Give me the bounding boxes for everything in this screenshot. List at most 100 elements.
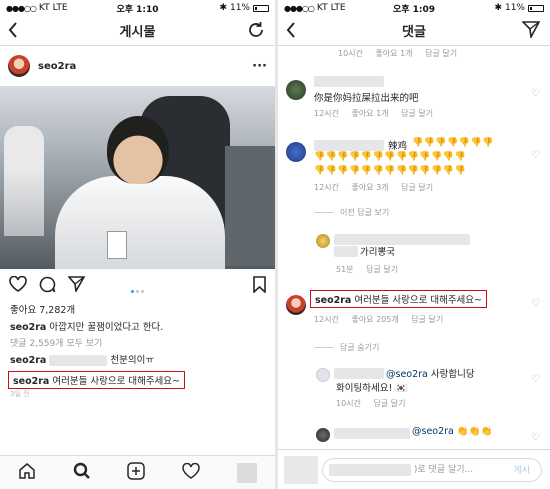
reply-link[interactable]: 답글 달기 xyxy=(373,399,405,408)
like-comment-icon[interactable]: ♡ xyxy=(531,88,540,99)
like-comment-icon[interactable]: ♡ xyxy=(531,374,540,385)
thread-line xyxy=(314,347,334,348)
thread-line xyxy=(314,212,334,213)
comment-meta: 12시간 좋아요 1개 답글 달기 xyxy=(314,108,443,119)
reply-link[interactable]: 답글 달기 xyxy=(366,265,398,274)
blurred-text xyxy=(49,355,108,366)
comment-likes[interactable]: 좋아요 3개 xyxy=(351,183,388,192)
user-avatar-thumb xyxy=(284,456,318,484)
hide-replies[interactable]: 답글 숨기기 xyxy=(340,342,379,353)
blurred-username xyxy=(334,234,470,245)
back-icon[interactable] xyxy=(286,22,296,43)
comment-likes[interactable]: 좋아요 1개 xyxy=(351,109,388,118)
highlighted-comment-wrap: seo2ra 여러분들 사랑으로 대해주세요~ xyxy=(0,369,275,389)
carousel-dot xyxy=(141,290,144,293)
comment-input[interactable]: )로 댓글 달기... xyxy=(322,458,542,482)
view-all-comments[interactable]: 댓글 2,559개 모두 보기 xyxy=(0,336,275,352)
thumbs-down-emoji-row: 👎👎👎👎👎👎👎 xyxy=(412,138,494,148)
home-icon[interactable] xyxy=(18,462,36,484)
highlighted-comment: seo2ra 여러분들 사랑으로 대해주세요~ xyxy=(8,371,185,389)
comment-body: 화이팅하세요! xyxy=(336,383,393,394)
comment-time: 10시간 xyxy=(336,399,361,408)
mention-link[interactable]: @seo2ra xyxy=(386,369,428,380)
like-comment-icon[interactable]: ♡ xyxy=(531,298,540,309)
post-username[interactable]: seo2ra xyxy=(38,61,76,72)
post-caption: seo2ra 아깝지만 꿀잼이었다고 한다. xyxy=(0,319,275,336)
reply-link[interactable]: 답글 달기 xyxy=(411,315,443,324)
avatar[interactable] xyxy=(286,295,306,315)
avatar[interactable] xyxy=(316,428,330,442)
comment-time: 12시간 xyxy=(314,183,339,192)
share-icon[interactable] xyxy=(67,276,86,296)
status-time: 오후 1:09 xyxy=(392,4,436,15)
reply-link[interactable]: 답글 달기 xyxy=(401,109,433,118)
comment-username[interactable]: seo2ra xyxy=(13,376,49,387)
comment-meta: 10시간 좋아요 1개 답글 달기 xyxy=(338,48,467,59)
comment-text-line2: 화이팅하세요! 🇰🇷 xyxy=(336,380,407,394)
comment-meta: 51분 답글 달기 xyxy=(336,264,408,275)
comment-likes[interactable]: 좋아요 1개 xyxy=(375,49,412,58)
activity-heart-icon[interactable] xyxy=(182,462,200,483)
blurred-username xyxy=(329,463,411,476)
like-comment-icon[interactable]: ♡ xyxy=(531,432,540,443)
post-photo[interactable] xyxy=(0,86,275,269)
photo-subject xyxy=(55,116,225,269)
blurred-username xyxy=(334,368,384,379)
add-post-icon[interactable] xyxy=(127,461,146,484)
comment-time: 10시간 xyxy=(338,49,363,58)
avatar[interactable] xyxy=(316,234,330,248)
status-time: 오후 1:10 xyxy=(116,4,159,15)
comment-text: @seo2ra 👏👏👏 xyxy=(412,426,492,437)
avatar[interactable] xyxy=(286,142,306,162)
comment-input-bar: )로 댓글 달기... 게시 xyxy=(278,449,550,489)
bookmark-icon[interactable] xyxy=(253,275,266,297)
avatar[interactable] xyxy=(286,80,306,100)
carousel-dot xyxy=(131,290,134,293)
comment-time: 12시간 xyxy=(314,315,339,324)
search-icon[interactable] xyxy=(73,462,91,484)
photo-jacket xyxy=(55,176,225,269)
photo-bg-person xyxy=(4,126,44,236)
more-options-icon[interactable]: ··· xyxy=(252,59,267,74)
comment-icon[interactable] xyxy=(39,276,56,297)
photo-patch xyxy=(107,231,127,259)
battery-icon xyxy=(253,4,269,12)
comment-meta: 12시간 좋아요 3개 답글 달기 xyxy=(314,182,443,193)
mention-link[interactable]: @seo2ra xyxy=(412,426,454,437)
like-count[interactable]: 좋아요 7,282개 xyxy=(0,303,275,319)
comment-text: 여러분들 사랑으로 대해주세요~ xyxy=(354,295,482,306)
heart-icon[interactable] xyxy=(9,275,27,296)
photo-bg-right xyxy=(225,146,275,266)
blurred-text xyxy=(334,246,358,257)
view-previous-replies[interactable]: 이전 답글 보기 xyxy=(340,207,389,218)
comment-likes[interactable]: 좋아요 205개 xyxy=(351,315,398,324)
post-comment-button[interactable]: 게시 xyxy=(513,463,530,476)
status-bar: ●●●○○ KT LTE 오후 1:09 ✱ 11% xyxy=(278,0,550,16)
avatar[interactable] xyxy=(316,368,330,382)
comment-body: 사랑합니당 xyxy=(430,369,475,380)
profile-tab-icon[interactable] xyxy=(236,462,257,483)
comment-text: 가리뽕국 xyxy=(360,247,395,258)
comment-time: 51분 xyxy=(336,265,354,274)
post-date: 3일 전 xyxy=(10,390,30,398)
post-screen: ●●●○○ KT LTE 오후 1:10 ✱ 11% 게시물 seo2ra ··… xyxy=(0,0,275,489)
comment-username[interactable]: seo2ra xyxy=(315,295,351,306)
status-bar: ●●●○○ KT LTE 오후 1:10 ✱ 11% xyxy=(0,0,275,16)
carousel-indicator xyxy=(131,290,144,293)
back-icon[interactable] xyxy=(8,22,18,43)
page-title: 댓글 xyxy=(402,25,426,40)
comment-text: 辣鸡 xyxy=(388,141,408,152)
comment-username[interactable]: seo2ra xyxy=(10,355,46,366)
post-actions xyxy=(0,269,275,303)
direct-send-icon[interactable] xyxy=(521,21,541,42)
refresh-icon[interactable] xyxy=(247,21,265,43)
comment-time: 12시간 xyxy=(314,109,339,118)
highlighted-comment: seo2ra 여러분들 사랑으로 대해주세요~ xyxy=(310,290,487,308)
thumbs-down-emoji-row: 👎👎👎👎👎👎👎👎👎👎👎👎👎 xyxy=(314,152,467,162)
like-comment-icon[interactable]: ♡ xyxy=(531,150,540,161)
avatar[interactable] xyxy=(8,55,30,77)
reply-link[interactable]: 답글 달기 xyxy=(425,49,457,58)
reply-link[interactable]: 답글 달기 xyxy=(401,183,433,192)
comment-text: 천분의이ㅠ xyxy=(110,355,155,366)
caption-username[interactable]: seo2ra xyxy=(10,322,46,333)
